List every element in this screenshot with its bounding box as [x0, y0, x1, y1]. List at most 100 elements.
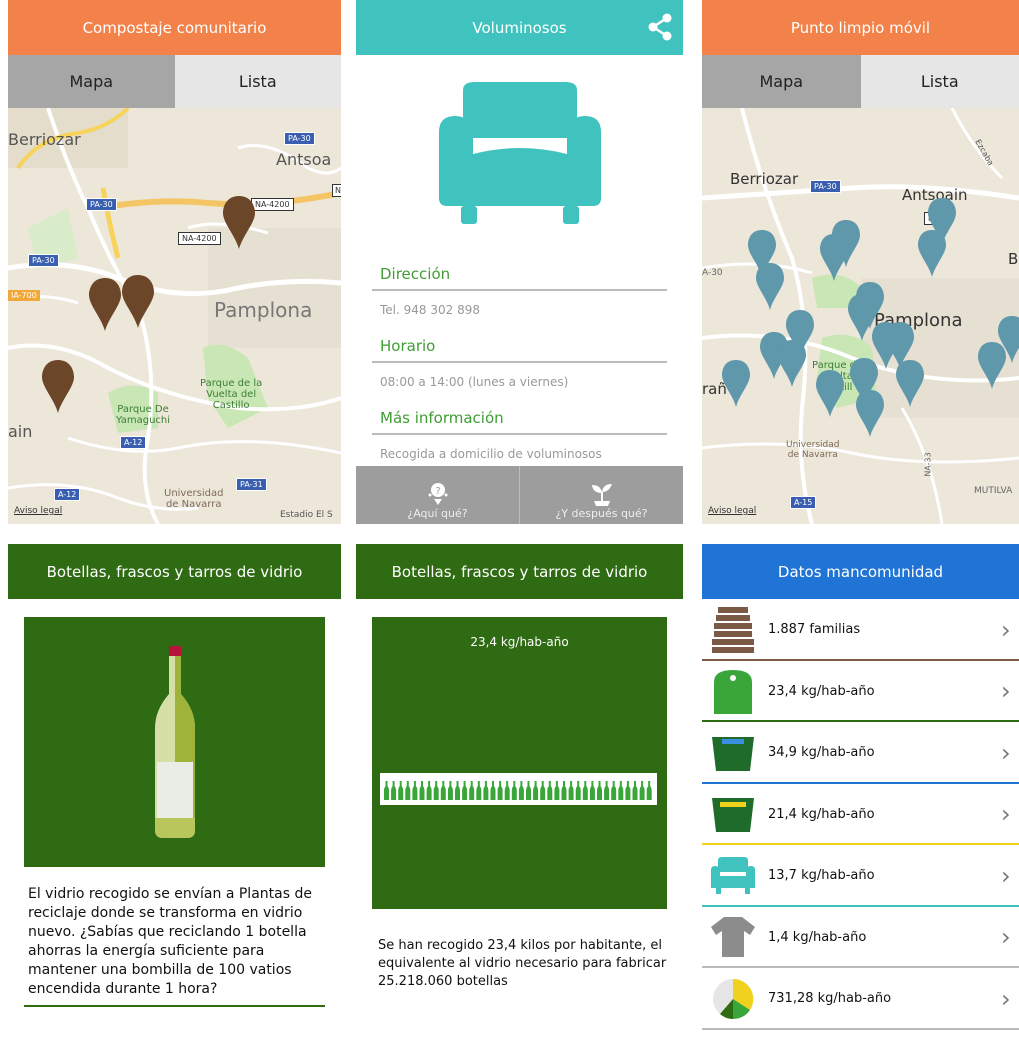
map-view[interactable]: Berriozar Antsoain Pamplona Parque de Vu… — [702, 108, 1019, 524]
yellow-bin-icon — [702, 784, 764, 846]
chevron-right-icon: › — [1001, 984, 1011, 1013]
map-label-ain: ain — [8, 422, 33, 441]
bottle-mark — [490, 781, 496, 800]
map-label-parque-yamaguchi: Parque De Yamaguchi — [116, 404, 171, 426]
tab-lista[interactable]: Lista — [174, 55, 341, 108]
stat-value: 731,28 kg/hab-año — [768, 991, 892, 1007]
screen-title-bar: Compostaje comunitario — [8, 0, 341, 55]
map-label-antsoa: Antsoa — [276, 150, 332, 169]
voluminosos-screen: Voluminosos Dirección Tel. 948 302 898 H… — [356, 0, 683, 524]
compost-screen: Compostaje comunitario Mapa Lista Berrio… — [8, 0, 341, 524]
punto-limpio-screen: Punto limpio móvil Mapa Lista Berriozar … — [702, 0, 1019, 524]
bottle-mark — [504, 781, 510, 800]
chevron-right-icon: › — [1001, 800, 1011, 829]
stat-row-familias[interactable]: 1.887 familias › — [702, 599, 1019, 661]
map-label-mutilva: MUTILVA — [974, 486, 1013, 496]
bottle-mark — [469, 781, 475, 800]
bottle-mark — [497, 781, 503, 800]
view-toggle: Mapa Lista — [702, 55, 1019, 108]
bottle-mark — [589, 781, 595, 800]
share-icon[interactable] — [645, 12, 675, 42]
bottom-action-bar: ? ¿Aquí qué? ¿Y después qué? — [356, 466, 683, 524]
stat-value: 1.887 familias — [768, 622, 861, 638]
tab-lista[interactable]: Lista — [860, 55, 1019, 108]
direccion-value: Tel. 948 302 898 — [380, 303, 480, 317]
vidrio-stats-screen: Botellas, frascos y tarros de vidrio 23,… — [356, 544, 683, 1040]
aqui-que-label: ¿Aquí qué? — [407, 507, 468, 520]
screen-title: Punto limpio móvil — [790, 18, 931, 37]
pie-icon — [702, 968, 764, 1030]
bottle-mark — [419, 781, 425, 800]
pin-question-icon: ? — [428, 483, 447, 505]
divider — [24, 1005, 325, 1007]
bottle-mark — [646, 781, 652, 800]
aviso-legal-link[interactable]: Aviso legal — [14, 506, 62, 516]
kg-panel: 23,4 kg/hab-año — [372, 617, 667, 909]
map-label-estadio: Estadio El S — [280, 510, 333, 520]
divider — [702, 1027, 1019, 1030]
bottle-mark — [575, 781, 581, 800]
stat-row-voluminosos[interactable]: 13,7 kg/hab-año › — [702, 845, 1019, 907]
bottle-mark — [447, 781, 453, 800]
bottle-mark — [568, 781, 574, 800]
bottle-mark — [511, 781, 517, 800]
map-label-rana: rañ — [702, 380, 727, 398]
bottle-row — [380, 773, 657, 805]
road-badge: NA — [924, 212, 944, 225]
screen-title: Datos mancomunidad — [777, 562, 944, 581]
bottles-graphic — [384, 781, 652, 800]
aviso-legal-link[interactable]: Aviso legal — [708, 506, 756, 516]
map-label-antsoain: Antsoain — [902, 186, 968, 204]
bottle-mark — [533, 781, 539, 800]
map-label-berriozar: Berriozar — [730, 170, 799, 188]
bottle-mark — [476, 781, 482, 800]
road-badge: A-12 — [120, 436, 147, 449]
map-label-universidad: Universidad de Navarra — [786, 440, 840, 460]
bottle-photo — [24, 617, 325, 867]
map-label-parque-vuelta: Parque de la Vuelta del Castillo — [200, 378, 263, 411]
stat-row-total[interactable]: 731,28 kg/hab-año › — [702, 968, 1019, 1030]
road-badge: NA-4200 — [251, 198, 294, 211]
bottle-mark — [639, 781, 645, 800]
bottle-mark — [561, 781, 567, 800]
glass-container-icon — [702, 661, 764, 723]
stat-row-papel[interactable]: 34,9 kg/hab-año › — [702, 722, 1019, 784]
screen-title-bar: Botellas, frascos y tarros de vidrio — [356, 544, 683, 599]
bottle-mark — [426, 781, 432, 800]
horario-heading: Horario — [372, 327, 667, 363]
despues-que-label: ¿Y después qué? — [555, 507, 648, 520]
recycling-fact-text: El vidrio recogido se envían a Plantas d… — [28, 886, 312, 997]
bottle-mark — [440, 781, 446, 800]
screen-title-bar: Voluminosos — [356, 0, 683, 55]
kg-per-inhabitant: 23,4 kg/hab-año — [470, 635, 569, 649]
road-badge: PA-30 — [810, 180, 841, 193]
bottle-mark — [384, 781, 389, 800]
stat-row-envases[interactable]: 21,4 kg/hab-año › — [702, 784, 1019, 846]
tab-mapa[interactable]: Mapa — [702, 55, 861, 108]
tab-mapa[interactable]: Mapa — [8, 55, 175, 108]
road-badge: N — [332, 184, 341, 197]
stat-value: 1,4 kg/hab-año — [768, 929, 867, 945]
stat-row-textil[interactable]: 1,4 kg/hab-año › — [702, 907, 1019, 968]
map-label-pamplona: Pamplona — [214, 298, 313, 322]
sofa-icon — [702, 845, 764, 907]
despues-que-button[interactable]: ¿Y después qué? — [519, 466, 683, 524]
bottle-mark — [433, 781, 439, 800]
aqui-que-button[interactable]: ? ¿Aquí qué? — [356, 466, 519, 524]
svg-text:?: ? — [435, 486, 440, 497]
chevron-right-icon: › — [1001, 677, 1011, 706]
road-badge: A-15 — [790, 496, 817, 509]
stack-icon — [702, 599, 764, 661]
datos-screen: Datos mancomunidad 1.887 familias › 23,4… — [702, 544, 1019, 1040]
bottle-mark — [597, 781, 602, 800]
bottle-mark — [547, 781, 553, 800]
map-view[interactable]: Berriozar Antsoa Pamplona Parque de la V… — [8, 108, 341, 524]
stat-row-vidrio[interactable]: 23,4 kg/hab-año › — [702, 661, 1019, 723]
info-horario: Horario 08:00 a 14:00 (lunes a viernes) — [372, 327, 667, 399]
road-badge: PA-31 — [236, 478, 267, 491]
bottle-mark — [604, 781, 610, 800]
vidrio-info-screen: Botellas, frascos y tarros de vidrio El … — [8, 544, 341, 1040]
screen-title-bar: Botellas, frascos y tarros de vidrio — [8, 544, 341, 599]
map-label-a30: A-30 — [702, 268, 723, 278]
bottle-mark — [391, 781, 397, 800]
